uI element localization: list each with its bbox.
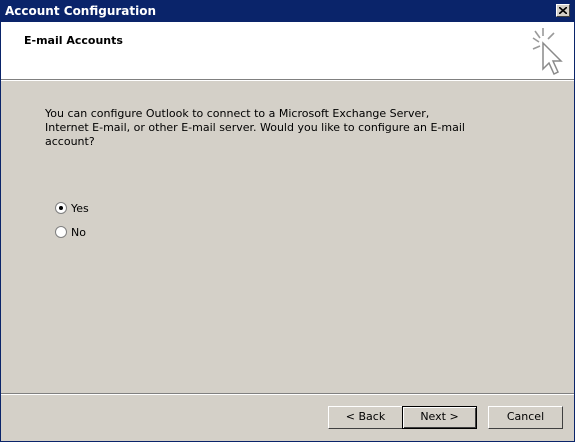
radio-no[interactable] — [55, 226, 67, 238]
option-no-label[interactable]: No — [71, 226, 86, 240]
wizard-pointer-icon — [532, 28, 563, 76]
next-button[interactable]: Next > — [402, 406, 477, 429]
footer-divider-highlight — [1, 394, 574, 395]
radio-yes[interactable] — [55, 202, 67, 214]
account-configuration-window: Account Configuration E-mail Accounts Yo… — [0, 0, 575, 442]
page-title: E-mail Accounts — [24, 34, 123, 47]
header-divider-highlight — [1, 80, 574, 81]
back-button[interactable]: < Back — [328, 406, 403, 429]
close-button[interactable] — [556, 4, 570, 17]
configure-prompt-text: You can configure Outlook to connect to … — [45, 107, 465, 148]
window-title: Account Configuration — [5, 4, 157, 18]
option-yes-label[interactable]: Yes — [71, 202, 89, 216]
title-bar[interactable]: Account Configuration — [1, 1, 574, 22]
wizard-header: E-mail Accounts — [1, 22, 574, 79]
close-icon — [559, 7, 567, 14]
cancel-button[interactable]: Cancel — [488, 406, 563, 429]
